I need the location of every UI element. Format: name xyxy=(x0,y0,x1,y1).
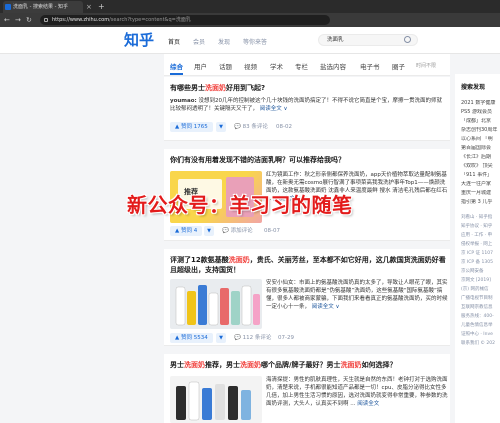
sidebar-item[interactable]: 大连一往户家 xyxy=(461,181,500,188)
result-title[interactable]: 男士洗面奶推荐，男士洗面奶哪个品牌/牌子最好？男士洗面奶如何选择？ xyxy=(170,360,397,370)
lock-icon xyxy=(44,18,48,22)
zhihu-logo[interactable]: 知乎 xyxy=(124,32,154,49)
new-tab-button[interactable]: + xyxy=(98,1,105,12)
sidebar-item[interactable]: 「911 事件」 xyxy=(461,172,500,179)
reload-button[interactable]: ↻ xyxy=(26,14,32,26)
downvote-button[interactable]: ▼ xyxy=(216,333,226,343)
footer-text: (京) 网药械信 xyxy=(461,287,489,292)
read-more-link[interactable]: 阅读全文 xyxy=(357,401,379,407)
nav-member[interactable]: 会员 xyxy=(193,37,205,46)
url-input[interactable]: https://www.zhihu.com/search?type=conten… xyxy=(40,15,330,25)
result-excerpt: 海清探提：男性的肌肤真理性，天生就是自然的东西！老钟打对于选购洗面奶，清楚来说，… xyxy=(266,377,448,407)
footer-text: 广播电视节目制 xyxy=(461,296,493,301)
comment-count[interactable]: 💬 添加评论 xyxy=(222,226,253,236)
footer-link[interactable]: 侵权举报 · 网上 xyxy=(461,241,500,248)
sidebar-item[interactable]: 2021 数字健康 xyxy=(461,100,500,107)
zhihu-favicon-icon xyxy=(5,4,11,10)
footer-text: 京网文 [2019] xyxy=(461,278,491,283)
search-result: 评测了12款氨基酸洗面奶，贵氏、关丽芳丝，至本都不如它好用，这几款国货洗面奶好看… xyxy=(164,249,450,346)
sidebar-item[interactable]: 以心系间 「明 xyxy=(461,136,500,143)
product-bottles-image xyxy=(175,285,260,326)
tab-salt[interactable]: 盐选内容 xyxy=(320,61,346,71)
footer-link[interactable]: 儿童色情信息举 xyxy=(461,322,500,329)
search-icon[interactable] xyxy=(404,36,411,43)
browser-tab[interactable]: 洗面乳 - 搜索结果 - 知乎 xyxy=(3,1,83,13)
tab-columns[interactable]: 专栏 xyxy=(295,61,308,71)
downvote-button[interactable]: ▼ xyxy=(204,226,214,236)
tab-close-icon[interactable]: × xyxy=(86,1,92,13)
address-bar-row: ← → ↻ https://www.zhihu.com/search?type=… xyxy=(0,13,500,27)
read-more-link[interactable]: 阅读全文 ∨ xyxy=(260,106,288,112)
result-title[interactable]: 评测了12款氨基酸洗面奶，贵氏、关丽芳丝，至本都不如它好用，这几款国货洗面奶好看… xyxy=(170,255,446,275)
footer-text: 互联网宗教信息 xyxy=(461,305,493,310)
footer-text: 服务热线：400- xyxy=(461,314,494,319)
tab-academic[interactable]: 学术 xyxy=(270,61,283,71)
search-value: 洗面乳 xyxy=(327,37,344,43)
sidebar-title: 搜索发现 xyxy=(461,84,486,91)
browser-tab-bar: 洗面乳 - 搜索结果 - 知乎 × + xyxy=(0,0,500,13)
result-title[interactable]: 有哪些男士洗面奶好用到飞起? xyxy=(170,83,265,93)
sidebar-item[interactable]: 《长江》后期 xyxy=(461,154,500,161)
footer-link[interactable]: 知乎协议 · 知乎 xyxy=(461,223,500,230)
nav-discover[interactable]: 发现 xyxy=(218,37,230,46)
result-date: 08-07 xyxy=(264,228,280,234)
sidebar-item[interactable]: 重庆一月城建 xyxy=(461,190,500,197)
downvote-button[interactable]: ▼ xyxy=(216,122,226,132)
product-tubes-image xyxy=(176,381,251,421)
upvote-button[interactable]: ▲ 赞同 1765 xyxy=(170,122,213,132)
forward-button[interactable]: → xyxy=(15,14,21,26)
tab-ebooks[interactable]: 电子书 xyxy=(360,61,380,71)
footer-text: 京 ICP 备 1305 xyxy=(461,260,493,265)
upvote-button[interactable]: ▲ 赞同 4 xyxy=(170,226,203,236)
tab-all[interactable]: 综合 xyxy=(170,61,183,75)
time-filter[interactable]: 时间不限 xyxy=(416,62,436,69)
sidebar-item[interactable]: 「成都」北京 xyxy=(461,118,500,125)
search-input[interactable]: 洗面乳 xyxy=(318,34,418,46)
tab-title: 洗面乳 - 搜索结果 - 知乎 xyxy=(13,4,68,10)
search-result: 有哪些男士洗面奶好用到飞起? youmao: 没想到20几年的控制被这个几十块钱… xyxy=(164,77,450,141)
result-excerpt: youmao: 没想到20几年的控制被这个几十块钱的洗面奶搞定了！不得不说它简直… xyxy=(170,98,442,112)
tab-users[interactable]: 用户 xyxy=(194,61,207,71)
nav-answer[interactable]: 等你来答 xyxy=(243,37,267,46)
result-date: 07-29 xyxy=(278,335,294,341)
comment-count[interactable]: 💬 112 条评论 xyxy=(234,333,271,343)
sidebar-item[interactable]: 杂志创刊30周年 xyxy=(461,127,500,134)
search-discover-sidebar: 搜索发现 2021 数字健康 PS5 游戏会员 「成都」北京 杂志创刊30周年 … xyxy=(455,74,500,423)
result-title[interactable]: 你们有没有用着发现不错的洁面乳啊？可以推荐给我吗？ xyxy=(170,155,345,165)
sidebar-item[interactable]: PS5 游戏会员 xyxy=(461,109,500,116)
back-button[interactable]: ← xyxy=(4,14,10,26)
sidebar-item[interactable]: 第百届国际会 xyxy=(461,145,500,152)
site-header: 知乎 首页 会员 发现 等你来答 洗面乳 xyxy=(0,27,500,54)
footer-text: 京 ICP 证 1107 xyxy=(461,251,493,256)
result-thumbnail[interactable] xyxy=(170,376,262,423)
sidebar-item[interactable]: 指引第 3 几乎 xyxy=(461,199,500,206)
nav-home[interactable]: 首页 xyxy=(168,37,180,46)
search-result: 男士洗面奶推荐，男士洗面奶哪个品牌/牌子最好？男士洗面奶如何选择？ 海清探提：男… xyxy=(164,354,450,423)
sidebar-item[interactable]: 《双叹》 顶尖 xyxy=(461,163,500,170)
url-host: https://www.zhihu.com xyxy=(52,17,110,23)
upvote-button[interactable]: ▲ 赞同 5534 xyxy=(170,333,213,343)
read-more-link[interactable]: 阅读全文 ∨ xyxy=(312,304,340,310)
result-date: 08-02 xyxy=(276,124,292,130)
result-thumbnail[interactable] xyxy=(170,279,262,329)
comment-count[interactable]: 💬 83 条评论 xyxy=(234,122,268,132)
watermark-overlay-text: 新公众号：羊习习的随笔 xyxy=(127,193,353,217)
footer-link[interactable]: 应用 · 工作 · 申 xyxy=(461,232,500,239)
tab-videos[interactable]: 视频 xyxy=(244,61,257,71)
footer-link[interactable]: 刘看山 · 知乎指 xyxy=(461,214,500,221)
footer-text: 联系我们 © 202 xyxy=(461,341,495,346)
url-path: /search?type=content&q=洗面乳 xyxy=(109,17,191,23)
tab-circles[interactable]: 圈子 xyxy=(392,61,405,71)
footer-link[interactable]: 证照中心 · Inve xyxy=(461,331,500,338)
footer-text: 京公网安备 xyxy=(461,269,484,274)
result-excerpt: 安安小仙女：市面上的氨基酸洗面奶真的太多了，导致让人眼花了眼，其实有很多氨基酸洗… xyxy=(266,280,448,310)
tab-topics[interactable]: 话题 xyxy=(219,61,232,71)
result-filter-tabs: 综合 用户 话题 视频 学术 专栏 盐选内容 电子书 圈子 时间不限 xyxy=(164,54,450,76)
